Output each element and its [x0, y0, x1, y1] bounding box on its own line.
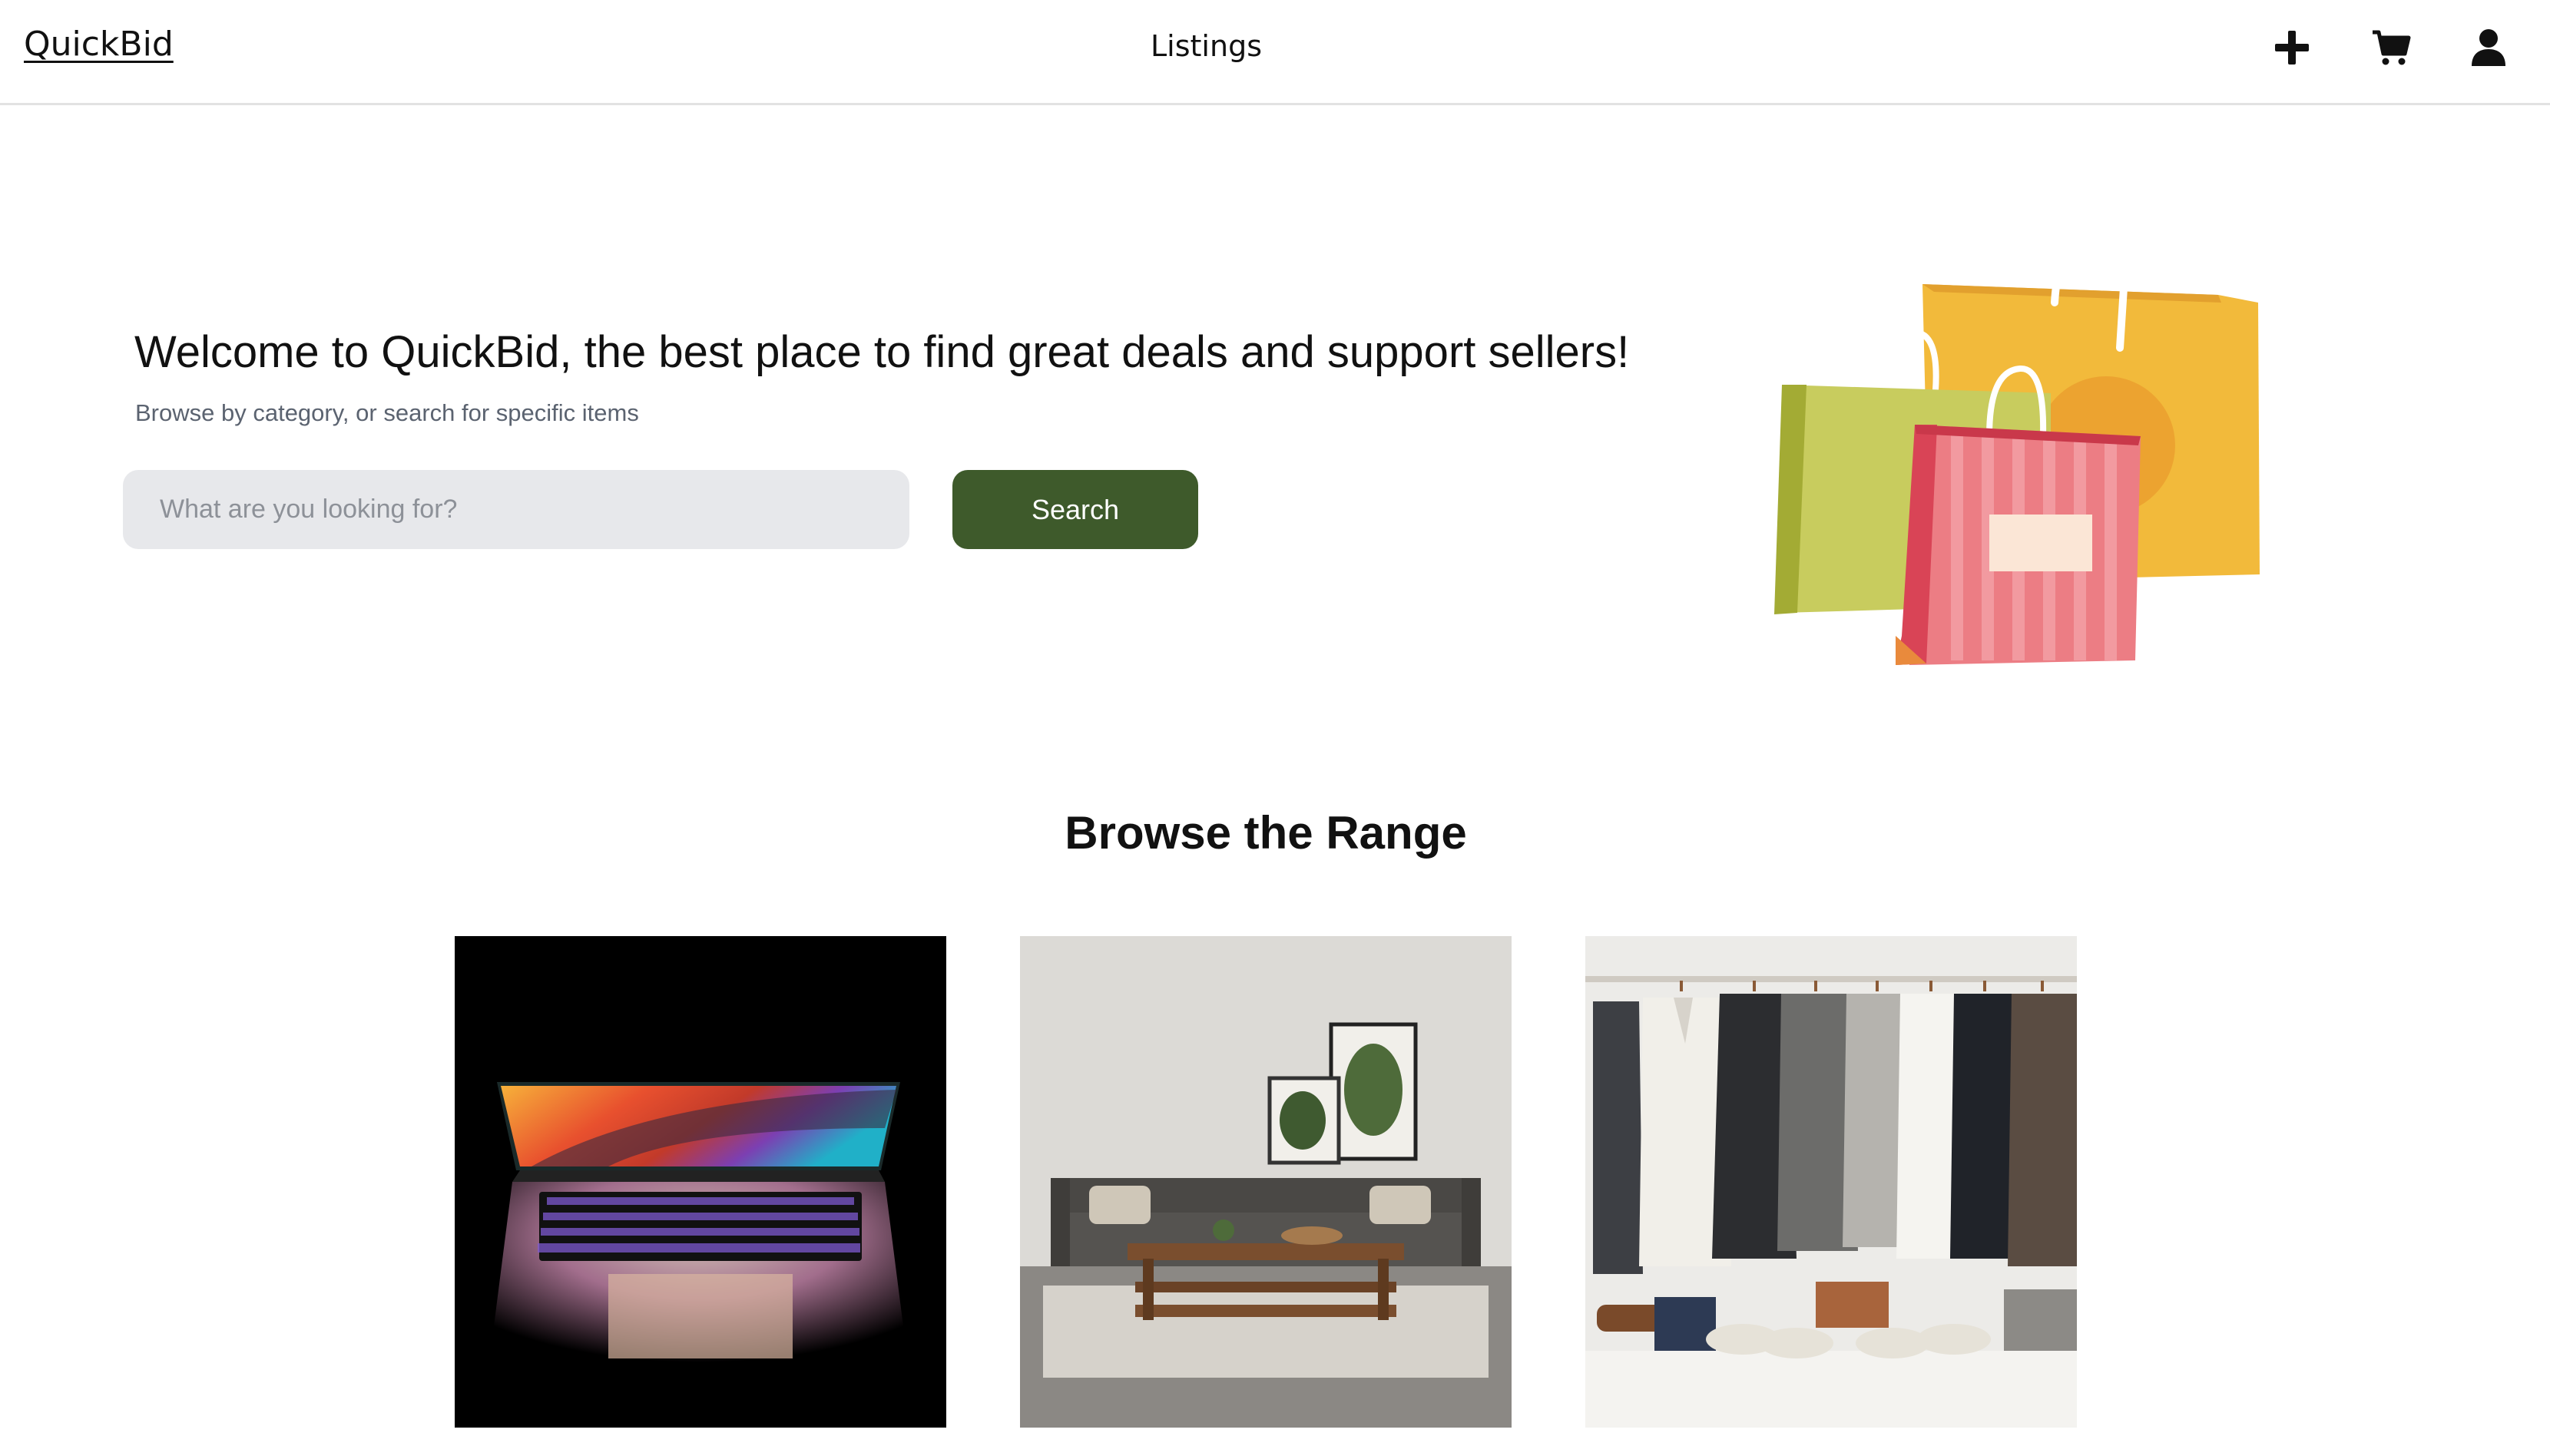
quickbid-logo-link[interactable]: QuickBid: [24, 25, 174, 64]
user-icon[interactable]: [2469, 28, 2509, 68]
nav-listings-link[interactable]: Listings: [1151, 29, 1262, 63]
laptop-image: [455, 936, 946, 1428]
living-room-image: [1020, 936, 1512, 1428]
shopping-bags-illustration: [1759, 206, 2266, 676]
category-clothing-card[interactable]: [1585, 936, 2077, 1428]
hero-title: Welcome to QuickBid, the best place to f…: [134, 327, 1630, 377]
search-button[interactable]: Search: [952, 470, 1198, 549]
clothing-rack-image: [1585, 936, 2077, 1428]
category-electronics-card[interactable]: [455, 936, 946, 1428]
browse-section-title: Browse the Range: [1065, 807, 1467, 859]
category-furniture-card[interactable]: [1020, 936, 1512, 1428]
hero-subtitle: Browse by category, or search for specif…: [135, 399, 639, 426]
search-input[interactable]: [123, 470, 909, 549]
top-navbar: QuickBid Listings: [0, 0, 2550, 105]
plus-icon[interactable]: [2272, 28, 2312, 68]
cart-icon[interactable]: [2371, 28, 2411, 68]
